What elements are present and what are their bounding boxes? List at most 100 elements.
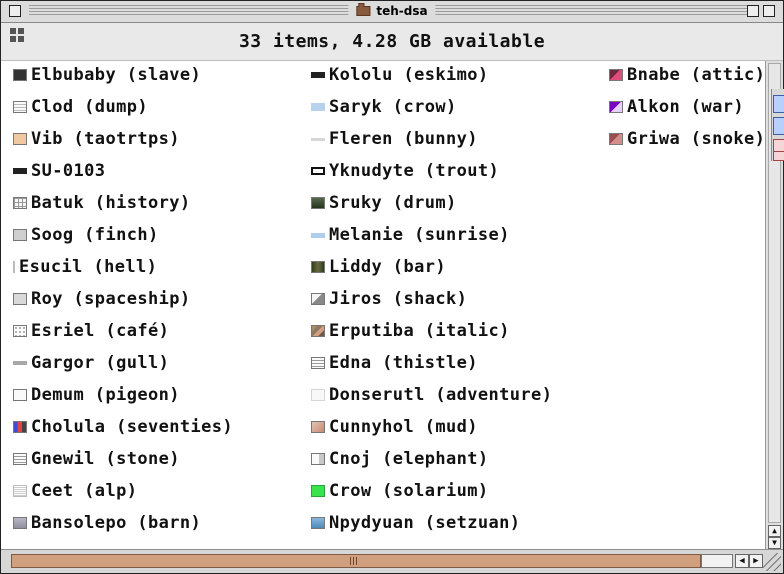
file-name: Cnoj (elephant) (329, 449, 489, 469)
scroll-grip-icon (350, 557, 362, 565)
file-item[interactable]: SU-0103 (13, 159, 105, 183)
file-item[interactable]: Edna (thistle) (311, 351, 478, 375)
file-name: Edna (thistle) (329, 353, 478, 373)
file-thumbnail-icon (311, 357, 325, 369)
file-name: Npydyuan (setzuan) (329, 513, 521, 533)
file-item[interactable]: Kololu (eskimo) (311, 63, 489, 87)
file-name: Vib (taotrtps) (31, 129, 180, 149)
file-item[interactable]: Elbubaby (slave) (13, 63, 201, 87)
file-item[interactable]: Esriel (café) (13, 319, 169, 343)
window-title: teh-dsa (376, 4, 428, 18)
file-thumbnail-icon (311, 389, 325, 401)
file-name: Jiros (shack) (329, 289, 468, 309)
file-thumbnail-icon (609, 101, 623, 113)
file-thumbnail-icon (13, 453, 27, 465)
file-name: Cunnyhol (mud) (329, 417, 478, 437)
file-thumbnail-icon (311, 453, 325, 465)
down-arrow-icon[interactable]: ▼ (768, 537, 781, 549)
horizontal-scroll-track[interactable] (11, 554, 701, 568)
file-thumbnail-icon (13, 261, 15, 273)
file-name: Crow (solarium) (329, 481, 489, 501)
file-list: Elbubaby (slave) Clod (dump) Vib (taotrtps… (1, 61, 765, 549)
file-item[interactable]: Esucil (hell) (13, 255, 157, 279)
file-item[interactable]: Crow (solarium) (311, 479, 489, 503)
zoom-box[interactable] (747, 5, 759, 17)
file-item[interactable]: Yknudyte (trout) (311, 159, 499, 183)
file-name: Soog (finch) (31, 225, 159, 245)
file-thumbnail-icon (13, 69, 27, 81)
file-thumbnail-icon (13, 229, 27, 241)
file-item[interactable]: Cnoj (elephant) (311, 447, 489, 471)
file-thumbnail-icon (13, 293, 27, 305)
side-button-2[interactable] (773, 117, 784, 135)
file-item[interactable]: Roy (spaceship) (13, 287, 191, 311)
file-item[interactable]: Batuk (history) (13, 191, 191, 215)
left-arrow-icon[interactable]: ◀ (735, 554, 749, 568)
file-thumbnail-icon (13, 168, 27, 174)
side-app-strip (771, 89, 784, 161)
file-thumbnail-icon (13, 361, 27, 365)
file-name: SU-0103 (31, 161, 106, 181)
file-name: Esriel (café) (31, 321, 170, 341)
file-item[interactable]: Donserutl (adventure) (311, 383, 552, 407)
file-item[interactable]: Bansolepo (barn) (13, 511, 201, 535)
status-bar: 33 items, 4.28 GB available (1, 23, 783, 61)
finder-window: teh-dsa 33 items, 4.28 GB available Elbu… (0, 0, 784, 574)
file-thumbnail-icon (311, 485, 325, 497)
file-thumbnail-icon (13, 517, 27, 529)
file-item[interactable]: Erputiba (italic) (311, 319, 510, 343)
file-item[interactable]: Alkon (war) (609, 95, 744, 119)
file-name: Erputiba (italic) (329, 321, 510, 341)
file-name: Donserutl (adventure) (329, 385, 553, 405)
file-item[interactable]: Ceet (alp) (13, 479, 137, 503)
collapse-box[interactable] (763, 5, 775, 17)
file-item[interactable]: Fleren (bunny) (311, 127, 478, 151)
file-item[interactable]: Gargor (gull) (13, 351, 169, 375)
file-item[interactable]: Sruky (drum) (311, 191, 457, 215)
window-title-wrap: teh-dsa (348, 2, 436, 20)
file-thumbnail-icon (13, 389, 27, 401)
file-thumbnail-icon (311, 137, 325, 141)
file-name: Liddy (bar) (329, 257, 446, 277)
file-thumbnail-icon (13, 133, 27, 145)
file-name: Yknudyte (trout) (329, 161, 500, 181)
file-thumbnail-icon (609, 133, 623, 145)
file-item[interactable]: Soog (finch) (13, 223, 159, 247)
file-item[interactable]: Melanie (sunrise) (311, 223, 510, 247)
file-name: Esucil (hell) (19, 257, 158, 277)
file-item[interactable]: Cunnyhol (mud) (311, 415, 478, 439)
file-thumbnail-icon (311, 293, 325, 305)
file-item[interactable]: Demum (pigeon) (13, 383, 180, 407)
title-bar[interactable]: teh-dsa (1, 1, 783, 23)
file-thumbnail-icon (13, 325, 27, 337)
file-item[interactable]: Liddy (bar) (311, 255, 446, 279)
file-item[interactable]: Cholula (seventies) (13, 415, 233, 439)
file-item[interactable]: Vib (taotrtps) (13, 127, 180, 151)
file-name: Demum (pigeon) (31, 385, 180, 405)
file-name: Alkon (war) (627, 97, 744, 117)
resize-grip-icon[interactable] (763, 553, 781, 571)
horizontal-scroll-thumb[interactable] (701, 554, 733, 568)
file-thumbnail-icon (13, 101, 27, 113)
close-box[interactable] (9, 5, 21, 17)
side-button-1[interactable] (773, 95, 784, 113)
file-name: Kololu (eskimo) (329, 65, 489, 85)
file-item[interactable]: Saryk (crow) (311, 95, 457, 119)
up-arrow-icon[interactable]: ▲ (768, 525, 781, 537)
file-name: Bnabe (attic) (627, 65, 765, 85)
side-button-4[interactable] (773, 151, 784, 161)
file-thumbnail-icon (311, 517, 325, 529)
file-thumbnail-icon (311, 325, 325, 337)
file-item[interactable]: Griwa (snoke) (609, 127, 765, 151)
file-thumbnail-icon (311, 103, 325, 111)
file-item[interactable]: Npydyuan (setzuan) (311, 511, 520, 535)
file-item[interactable]: Jiros (shack) (311, 287, 467, 311)
horizontal-scrollbar[interactable]: ◀ ▶ (1, 549, 783, 573)
right-arrow-icon[interactable]: ▶ (749, 554, 763, 568)
status-text: 33 items, 4.28 GB available (238, 31, 546, 52)
file-item[interactable]: Bnabe (attic) (609, 63, 765, 87)
file-thumbnail-icon (311, 167, 325, 175)
file-item[interactable]: Clod (dump) (13, 95, 148, 119)
file-thumbnail-icon (311, 232, 325, 238)
file-item[interactable]: Gnewil (stone) (13, 447, 180, 471)
